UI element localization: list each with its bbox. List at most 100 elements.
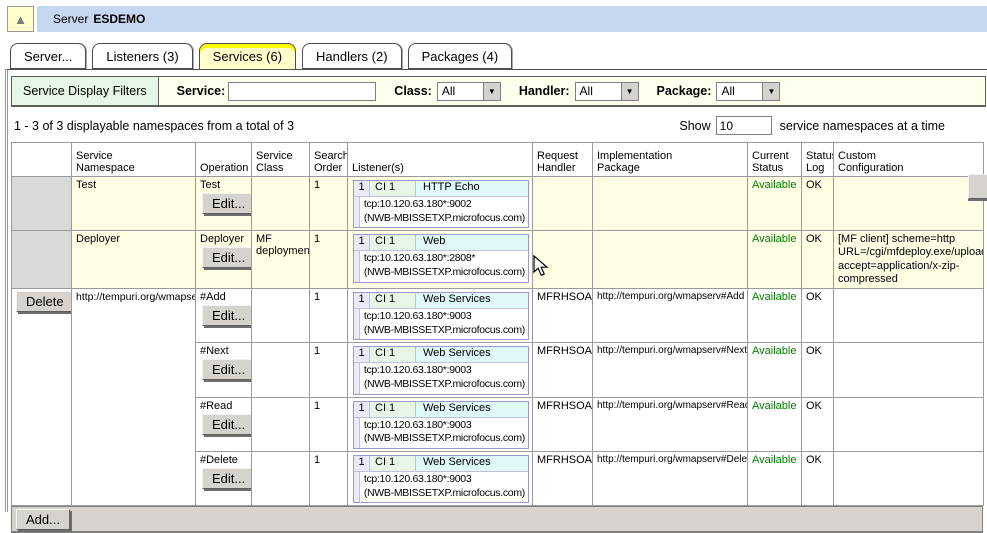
custom-config-cell: [MF client] scheme=http URL=/cgi/mfdeplo… [834, 231, 984, 289]
row-handle-cell [12, 177, 72, 231]
listener-type: Web Services [416, 293, 528, 308]
listener-name[interactable]: CI 1 [370, 235, 416, 250]
status-log-cell: OK [802, 231, 834, 289]
listener-box: 1 CI 1 Web Services tcp:10.120.63.180*:9… [353, 401, 529, 449]
custom-config-cell [834, 397, 984, 451]
edit-button[interactable]: Edit... [202, 193, 252, 214]
dropdown-arrow-icon[interactable]: ▼ [762, 83, 779, 100]
listener-name[interactable]: CI 1 [370, 456, 416, 471]
tab-server[interactable]: Server... [10, 43, 86, 69]
listener-index: 1 [354, 456, 370, 471]
edit-button[interactable]: Edit... [202, 247, 252, 268]
show-count-input[interactable] [716, 116, 772, 135]
listener-host: (NWB-MBISSETXP.microfocus.com) [364, 432, 525, 446]
listener-box: 1 CI 1 Web tcp:10.120.63.180*:2808* (NWB… [353, 234, 529, 282]
delete-button[interactable]: Delete [16, 291, 72, 312]
edit-button[interactable]: Edit... [202, 414, 252, 435]
listener-address: tcp:10.120.63.180*:9003 (NWB-MBISSETXP.m… [360, 472, 528, 502]
listener-address: tcp:10.120.63.180*:2808* (NWB-MBISSETXP.… [360, 251, 528, 281]
implementation-cell [593, 177, 748, 231]
tab-packages[interactable]: Packages (4) [408, 43, 513, 69]
services-table: Service Namespace Operation Service Clas… [11, 142, 984, 506]
listeners-cell: 1 CI 1 Web Services tcp:10.120.63.180*:9… [348, 343, 533, 397]
server-name: ESDEMO [93, 12, 145, 26]
search-order-cell: 1 [310, 289, 348, 343]
listener-type: Web Services [416, 347, 528, 362]
package-filter-select[interactable]: All ▼ [716, 82, 780, 101]
operation-cell: #Read Edit... [196, 397, 252, 451]
listener-endpoint: tcp:10.120.63.180*:9003 [364, 310, 525, 324]
operation-cell: #Add Edit... [196, 289, 252, 343]
col-status-log: Status Log [802, 143, 834, 177]
col-custom-configuration: Custom Configuration [834, 143, 984, 177]
listener-index: 1 [354, 293, 370, 308]
row-handle-cell [12, 231, 72, 289]
refresh-button-partial[interactable] [968, 174, 987, 199]
tab-listeners[interactable]: Listeners (3) [92, 43, 192, 69]
listener-endpoint: tcp:10.120.63.180*:9003 [364, 419, 525, 433]
service-display-filters-bar: Service Display Filters Service: Class: … [11, 76, 986, 107]
col-operation: Operation [196, 143, 252, 177]
service-filter-input[interactable] [228, 82, 376, 101]
listener-host: (NWB-MBISSETXP.microfocus.com) [364, 266, 525, 280]
listeners-cell: 1 CI 1 HTTP Echo tcp:10.120.63.180*:9002… [348, 177, 533, 231]
status-log-cell: OK [802, 397, 834, 451]
show-count-group: Show service namespaces at a time [679, 116, 945, 135]
handler-filter-select[interactable]: All ▼ [575, 82, 639, 101]
dropdown-arrow-icon[interactable]: ▼ [621, 83, 638, 100]
status-cell: Available [748, 177, 802, 231]
search-order-cell: 1 [310, 397, 348, 451]
listener-name[interactable]: CI 1 [370, 402, 416, 417]
edit-button[interactable]: Edit... [202, 359, 252, 380]
listener-box: 1 CI 1 Web Services tcp:10.120.63.180*:9… [353, 292, 529, 340]
class-filter-select[interactable]: All ▼ [437, 82, 501, 101]
listener-name[interactable]: CI 1 [370, 347, 416, 362]
edit-button[interactable]: Edit... [202, 305, 252, 326]
service-class-cell [252, 343, 310, 397]
request-handler-cell: MFRHSOAP [533, 451, 593, 505]
collapse-section-button[interactable]: ▲ [7, 6, 34, 32]
listener-host: (NWB-MBISSETXP.microfocus.com) [364, 212, 525, 226]
listener-name[interactable]: CI 1 [370, 293, 416, 308]
implementation-cell: http://tempuri.org/wmapserv#Read [593, 397, 748, 451]
col-service-class: Service Class [252, 143, 310, 177]
table-header-row: Service Namespace Operation Service Clas… [12, 143, 984, 177]
listener-type: Web Services [416, 456, 528, 471]
col-implementation-package: Implementation Package [593, 143, 748, 177]
status-cell: Available [748, 397, 802, 451]
col-request-handler: Request Handler [533, 143, 593, 177]
class-filter-label: Class: [394, 84, 432, 98]
custom-config-cell [834, 451, 984, 505]
listeners-cell: 1 CI 1 Web tcp:10.120.63.180*:2808* (NWB… [348, 231, 533, 289]
operation-name: #Read [200, 400, 247, 412]
edit-button[interactable]: Edit... [202, 468, 252, 489]
server-header: Server ESDEMO [37, 6, 987, 32]
show-suffix-label: service namespaces at a time [780, 119, 945, 133]
listener-address: tcp:10.120.63.180*:9003 (NWB-MBISSETXP.m… [360, 309, 528, 339]
listener-endpoint: tcp:10.120.63.180*:9002 [364, 198, 525, 212]
listener-box: 1 CI 1 Web Services tcp:10.120.63.180*:9… [353, 346, 529, 394]
pagination-row: 1 - 3 of 3 displayable namespaces from a… [11, 116, 986, 135]
listener-type: Web [416, 235, 528, 250]
listeners-cell: 1 CI 1 Web Services tcp:10.120.63.180*:9… [348, 451, 533, 505]
dropdown-arrow-icon[interactable]: ▼ [483, 83, 500, 100]
request-handler-cell: MFRHSOAP [533, 343, 593, 397]
request-handler-cell: MFRHSOAP [533, 289, 593, 343]
listener-index: 1 [354, 181, 370, 196]
listener-index: 1 [354, 402, 370, 417]
delete-cell: Delete [12, 289, 72, 506]
listener-host: (NWB-MBISSETXP.microfocus.com) [364, 378, 525, 392]
status-cell: Available [748, 231, 802, 289]
operation-name: #Delete [200, 454, 247, 466]
implementation-cell: http://tempuri.org/wmapserv#Delete [593, 451, 748, 505]
tab-handlers[interactable]: Handlers (2) [302, 43, 402, 69]
service-filter-label: Service: [177, 84, 226, 98]
listener-name[interactable]: CI 1 [370, 181, 416, 196]
search-order-cell: 1 [310, 451, 348, 505]
col-rowhead [12, 143, 72, 177]
namespace-cell: Deployer [72, 231, 196, 289]
listener-address: tcp:10.120.63.180*:9003 (NWB-MBISSETXP.m… [360, 363, 528, 393]
listener-address: tcp:10.120.63.180*:9002 (NWB-MBISSETXP.m… [360, 197, 528, 227]
service-class-cell: MF deployment [252, 231, 310, 289]
tab-services[interactable]: Services (6) [199, 43, 296, 70]
